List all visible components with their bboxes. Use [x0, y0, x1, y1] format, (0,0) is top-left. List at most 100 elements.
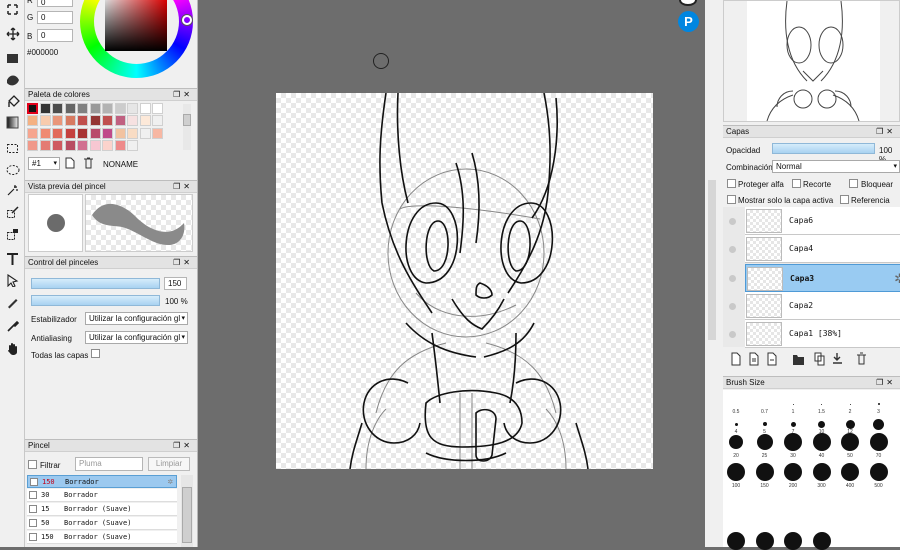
palette-grid[interactable]: [27, 103, 179, 151]
brush-size-dot[interactable]: [849, 403, 851, 405]
palette-swatch[interactable]: [52, 115, 63, 127]
palette-swatch[interactable]: [52, 139, 63, 151]
select-eraser-icon[interactable]: [4, 226, 21, 243]
brush-size-dot[interactable]: [821, 403, 822, 405]
palette-swatch[interactable]: [114, 127, 126, 139]
brush-size-dot[interactable]: [784, 532, 802, 550]
hue-handle[interactable]: [182, 15, 192, 25]
palette-swatch[interactable]: [127, 127, 138, 139]
brush-item-checkbox[interactable]: [29, 533, 37, 541]
eyedropper-icon[interactable]: [4, 318, 21, 335]
palette-swatch[interactable]: [27, 127, 38, 139]
palette-set-select[interactable]: #1 ▾: [28, 157, 60, 170]
palette-swatch[interactable]: [64, 139, 76, 151]
brush-list-item[interactable]: 150 Borrador (Suave): [27, 531, 177, 544]
palette-swatch[interactable]: [127, 103, 138, 114]
brush-size-dot[interactable]: [792, 403, 794, 405]
palette-swatch[interactable]: [89, 115, 101, 127]
palette-swatch[interactable]: [102, 139, 113, 151]
brush-list-item[interactable]: 150 Borrador ✲: [27, 475, 177, 488]
profile-icon[interactable]: [679, 0, 697, 6]
drawing-canvas[interactable]: [276, 92, 653, 470]
move-icon[interactable]: [4, 25, 21, 42]
layer-item[interactable]: Capa2: [745, 291, 900, 320]
gear-icon[interactable]: ✲: [894, 271, 900, 287]
palette-swatch[interactable]: [102, 127, 113, 139]
brush-size-value[interactable]: 150: [164, 277, 187, 290]
palette-swatch[interactable]: [39, 139, 51, 151]
shape-fill-icon[interactable]: [4, 72, 21, 89]
palette-swatch[interactable]: [64, 127, 76, 139]
brush-size-dot[interactable]: [755, 463, 774, 481]
palette-swatch[interactable]: [139, 127, 151, 139]
palette-swatch[interactable]: [27, 115, 38, 127]
layer-item[interactable]: Capa1 [38%]: [745, 320, 900, 349]
brush-size-dot[interactable]: [734, 422, 738, 426]
rect-select-icon[interactable]: [4, 140, 21, 157]
blend-select[interactable]: Normal ▾: [772, 160, 900, 173]
palette-swatch[interactable]: [64, 103, 76, 114]
new-page-icon[interactable]: [65, 157, 76, 169]
brush-list-item[interactable]: 30 Borrador: [27, 489, 177, 502]
reference-checkbox[interactable]: [840, 195, 849, 204]
operation-icon[interactable]: [4, 272, 21, 289]
rect-fill-icon[interactable]: [4, 50, 21, 67]
gradient-icon[interactable]: [4, 114, 21, 131]
brush-item-checkbox[interactable]: [29, 519, 37, 527]
brush-item-checkbox[interactable]: [30, 478, 38, 486]
brush-size-dot[interactable]: [756, 434, 773, 450]
select-tool-icon[interactable]: [4, 1, 21, 18]
palette-swatch[interactable]: [27, 139, 38, 151]
palette-swatch[interactable]: [89, 127, 101, 139]
brush-size-dot[interactable]: [762, 422, 767, 426]
trash-icon[interactable]: [83, 157, 94, 169]
palette-scrollbar[interactable]: [183, 104, 191, 150]
brush-size-dot[interactable]: [818, 420, 825, 428]
palette-swatch[interactable]: [77, 139, 88, 151]
brush-size-dot[interactable]: [755, 532, 774, 550]
brush-size-dot[interactable]: [727, 463, 745, 481]
palette-swatch[interactable]: [52, 127, 63, 139]
layer-item[interactable]: Capa4: [745, 235, 900, 264]
gear-icon[interactable]: ✲: [168, 476, 173, 488]
palette-swatch[interactable]: [77, 127, 88, 139]
palette-swatch[interactable]: [102, 115, 113, 127]
palette-swatch[interactable]: [127, 115, 138, 127]
palette-swatch[interactable]: [114, 103, 126, 114]
palette-swatch[interactable]: [114, 139, 126, 151]
brush-size-dot[interactable]: [790, 421, 796, 427]
filter-checkbox[interactable]: [28, 460, 37, 469]
pixiv-icon[interactable]: P: [678, 11, 699, 32]
brush-item-checkbox[interactable]: [29, 491, 37, 499]
bucket-icon[interactable]: [4, 93, 21, 110]
palette-swatch[interactable]: [152, 103, 163, 114]
brush-list-item[interactable]: 50 Borrador (Suave): [27, 517, 177, 530]
palette-swatch[interactable]: [152, 127, 163, 139]
palette-swatch[interactable]: [114, 115, 126, 127]
palette-swatch[interactable]: [52, 103, 63, 114]
palette-swatch[interactable]: [39, 127, 51, 139]
brush-size-slider[interactable]: [31, 278, 160, 289]
g-input[interactable]: 0: [37, 11, 73, 24]
brush-size-dot[interactable]: [845, 419, 855, 429]
stabilizer-select[interactable]: Utilizar la configuración gl ▾: [85, 312, 188, 325]
layer-visibility-icon[interactable]: [729, 218, 736, 225]
layer-visibility-icon[interactable]: [729, 302, 736, 310]
brush-size-dot[interactable]: [869, 433, 888, 451]
layer-item[interactable]: Capa6: [745, 207, 900, 235]
all-layers-checkbox[interactable]: [91, 349, 100, 358]
magic-wand-icon[interactable]: [4, 182, 21, 199]
antialias-select[interactable]: Utilizar la configuración gl ▾: [85, 331, 188, 344]
layer-opacity-slider[interactable]: [772, 143, 875, 154]
layer-visibility-icon[interactable]: [729, 246, 736, 254]
brush-opacity-slider[interactable]: [31, 295, 160, 306]
show-active-only-checkbox[interactable]: [727, 195, 736, 204]
brush-size-dot[interactable]: [729, 435, 743, 449]
saturation-square[interactable]: [105, 0, 167, 51]
layer-item[interactable]: Capa3 ✲: [745, 263, 900, 292]
brush-size-dot[interactable]: [727, 532, 745, 550]
color-wheel[interactable]: [80, 0, 193, 78]
palette-swatch[interactable]: [89, 139, 101, 151]
brush-size-grid[interactable]: 0.50.711.5234571012152025304050701001502…: [723, 390, 900, 550]
brush-size-dot[interactable]: [784, 463, 802, 481]
